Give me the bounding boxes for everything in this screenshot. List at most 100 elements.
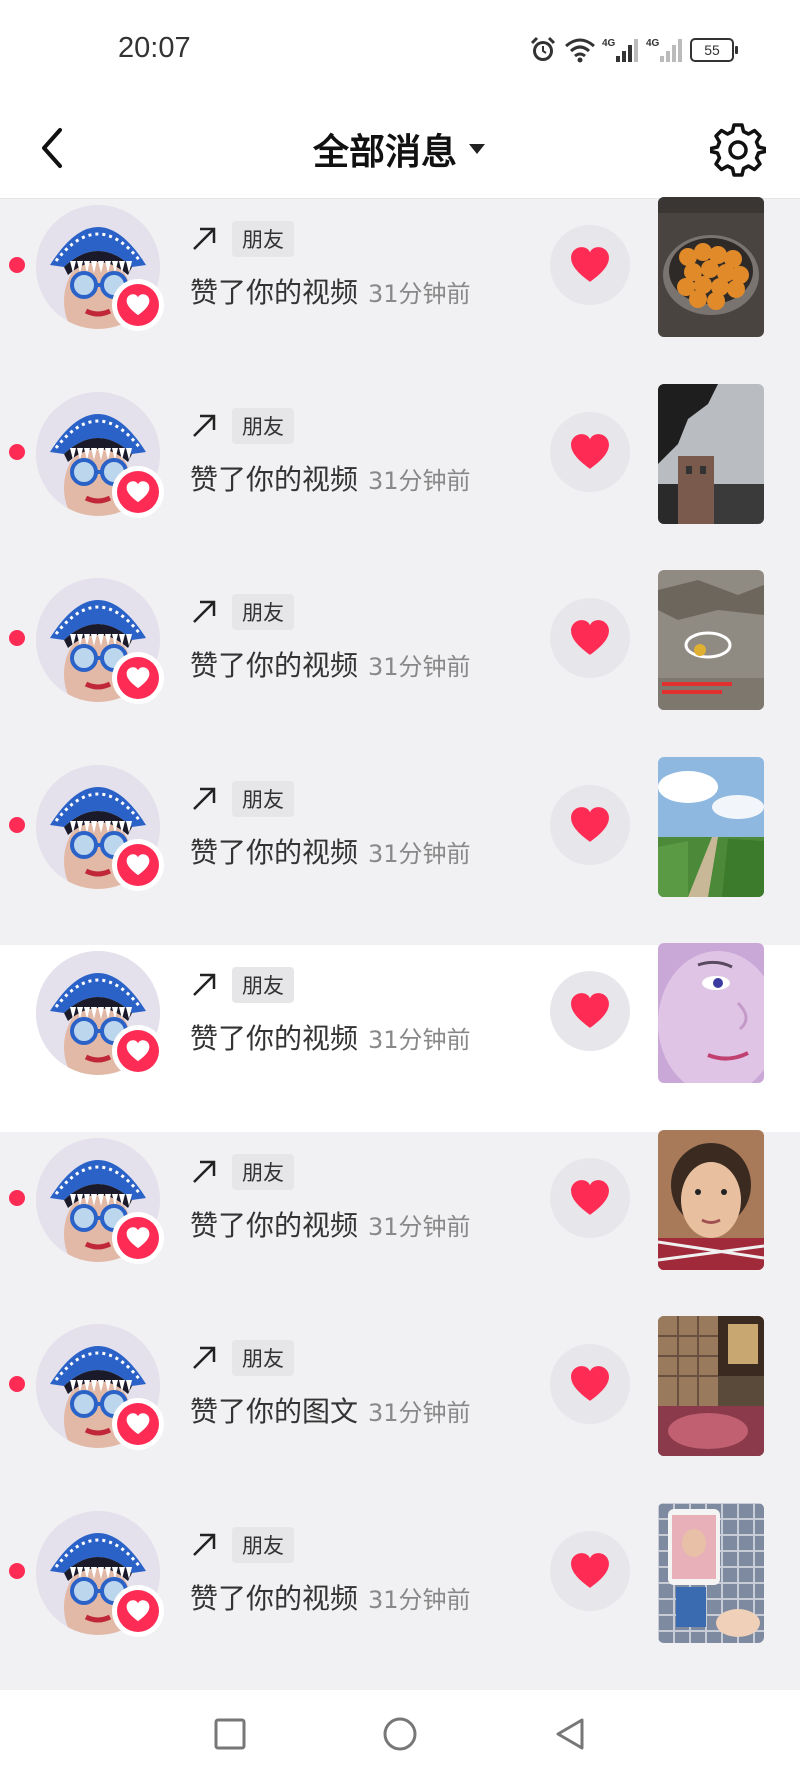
notification-meta: 朋友 bbox=[190, 967, 294, 1003]
video-thumbnail[interactable] bbox=[658, 383, 764, 524]
like-badge bbox=[112, 838, 164, 891]
header: 全部消息 bbox=[0, 100, 800, 199]
like-badge bbox=[112, 1398, 164, 1450]
video-thumbnail[interactable] bbox=[658, 1502, 764, 1643]
notification-list: 朋友 赞了你的视频 31分钟前 朋友 赞了你的视频 31分钟前 朋友 赞了你的视频 31分钟前朋… bbox=[0, 197, 800, 1691]
arrow-up-right-icon bbox=[193, 414, 216, 437]
action-text: 赞了你的视频 bbox=[190, 1581, 359, 1615]
heart-icon bbox=[126, 480, 150, 502]
wifi-icon bbox=[565, 38, 595, 63]
action-text: 赞了你的视频 bbox=[190, 462, 359, 496]
heart-icon bbox=[571, 993, 609, 1028]
notification-row[interactable]: 朋友赞了你的图文 31分钟前 bbox=[0, 1316, 800, 1505]
signal-4g-icon: 4G bbox=[602, 38, 638, 62]
notification-meta: 朋友 bbox=[190, 780, 294, 817]
action-line: 赞了你的图文 31分钟前 bbox=[190, 1390, 471, 1430]
notification-meta: 朋友 bbox=[190, 1526, 294, 1563]
notification-meta: 朋友 bbox=[190, 594, 294, 630]
arrow-up-right-icon bbox=[193, 600, 216, 623]
heart-icon bbox=[571, 1552, 609, 1588]
video-thumbnail[interactable] bbox=[658, 1129, 764, 1270]
relation-tag: 朋友 bbox=[232, 407, 294, 444]
video-thumbnail[interactable] bbox=[658, 943, 764, 1083]
action-text: 赞了你的视频 bbox=[190, 276, 359, 309]
action-text: 赞了你的视频 bbox=[190, 1208, 359, 1242]
notification-row[interactable]: 朋友赞了你的视频 31分钟前 bbox=[0, 197, 800, 386]
action-line: 赞了你的视频 31分钟前 bbox=[190, 1577, 471, 1617]
video-thumbnail[interactable] bbox=[658, 197, 764, 337]
like-back-button[interactable] bbox=[550, 411, 630, 492]
relation-tag: 朋友 bbox=[232, 780, 294, 817]
notification-row[interactable]: 朋友赞了你的视频 31分钟前 bbox=[0, 1502, 800, 1691]
heart-icon bbox=[571, 1179, 609, 1215]
action-line: 赞了你的视频 31分钟前 bbox=[190, 831, 471, 871]
timestamp: 31分钟前 bbox=[368, 280, 471, 308]
action-line: 赞了你的视频 31分钟前 bbox=[190, 271, 471, 311]
relation-tag: 朋友 bbox=[232, 221, 294, 257]
like-badge bbox=[112, 1584, 164, 1637]
relation-tag: 朋友 bbox=[232, 967, 294, 1003]
like-back-button[interactable] bbox=[550, 598, 630, 678]
like-back-button[interactable] bbox=[550, 1530, 630, 1611]
like-back-button[interactable] bbox=[550, 1157, 630, 1238]
video-thumbnail[interactable] bbox=[658, 1316, 764, 1456]
arrow-up-right-icon bbox=[193, 787, 216, 810]
caret-down-icon[interactable] bbox=[467, 142, 487, 156]
svg-text:4G: 4G bbox=[646, 38, 660, 49]
heart-icon bbox=[571, 620, 609, 655]
back-triangle-icon[interactable] bbox=[550, 1714, 590, 1754]
timestamp: 31分钟前 bbox=[368, 653, 471, 681]
like-back-button[interactable] bbox=[550, 971, 630, 1051]
notification-row[interactable]: 朋友赞了你的视频 31分钟前 bbox=[0, 570, 800, 759]
page-title[interactable]: 全部消息 bbox=[313, 123, 457, 175]
video-thumbnail[interactable] bbox=[658, 570, 764, 710]
unread-dot bbox=[9, 816, 25, 833]
heart-icon bbox=[126, 1040, 150, 1062]
timestamp: 31分钟前 bbox=[368, 1585, 471, 1614]
like-badge bbox=[112, 465, 164, 518]
arrow-up-right-icon bbox=[193, 1533, 216, 1556]
notification-row[interactable]: 朋友赞了你的视频 31分钟前 bbox=[0, 1129, 800, 1318]
arrow-up-right-icon bbox=[193, 1160, 216, 1183]
timestamp: 31分钟前 bbox=[368, 466, 471, 495]
unread-dot bbox=[9, 1376, 25, 1392]
unread-dot bbox=[9, 630, 25, 646]
relation-tag: 朋友 bbox=[232, 1526, 294, 1563]
notification-row[interactable]: 朋友赞了你的视频 31分钟前 bbox=[0, 383, 800, 572]
action-line: 赞了你的视频 31分钟前 bbox=[190, 1017, 471, 1057]
heart-icon bbox=[571, 247, 609, 282]
video-thumbnail[interactable] bbox=[658, 756, 764, 897]
relation-tag: 朋友 bbox=[232, 594, 294, 630]
notification-row[interactable]: 朋友赞了你的视频 31分钟前 bbox=[0, 756, 800, 945]
recent-apps-square-icon[interactable] bbox=[210, 1714, 250, 1754]
status-bar: 20:07 4G 4G 55 bbox=[0, 0, 800, 100]
relation-tag: 朋友 bbox=[232, 1153, 294, 1190]
home-circle-icon[interactable] bbox=[380, 1714, 420, 1754]
timestamp: 31分钟前 bbox=[368, 1212, 471, 1241]
status-icons: 4G 4G 55 bbox=[528, 34, 738, 66]
notification-meta: 朋友 bbox=[190, 1340, 294, 1376]
action-text: 赞了你的视频 bbox=[190, 649, 359, 682]
relation-tag: 朋友 bbox=[232, 1340, 294, 1376]
action-text: 赞了你的视频 bbox=[190, 1022, 359, 1055]
action-line: 赞了你的视频 31分钟前 bbox=[190, 644, 471, 684]
title-dropdown[interactable]: 全部消息 bbox=[0, 100, 800, 198]
like-back-button[interactable] bbox=[550, 1344, 630, 1424]
like-back-button[interactable] bbox=[550, 225, 630, 305]
heart-icon bbox=[126, 294, 150, 316]
notification-row[interactable]: 朋友赞了你的视频 31分钟前 bbox=[0, 943, 800, 1132]
action-line: 赞了你的视频 31分钟前 bbox=[190, 1204, 471, 1244]
heart-icon bbox=[126, 1226, 150, 1248]
arrow-up-right-icon bbox=[193, 973, 216, 996]
like-back-button[interactable] bbox=[550, 784, 630, 865]
timestamp: 31分钟前 bbox=[368, 1026, 471, 1054]
unread-dot bbox=[9, 1562, 25, 1579]
arrow-up-right-icon bbox=[193, 1346, 216, 1369]
svg-text:4G: 4G bbox=[602, 38, 616, 49]
heart-icon bbox=[571, 1366, 609, 1401]
gear-icon[interactable] bbox=[710, 122, 766, 178]
like-badge bbox=[112, 1211, 164, 1264]
like-badge bbox=[112, 1025, 164, 1077]
timestamp: 31分钟前 bbox=[368, 1399, 471, 1427]
notification-meta: 朋友 bbox=[190, 407, 294, 444]
